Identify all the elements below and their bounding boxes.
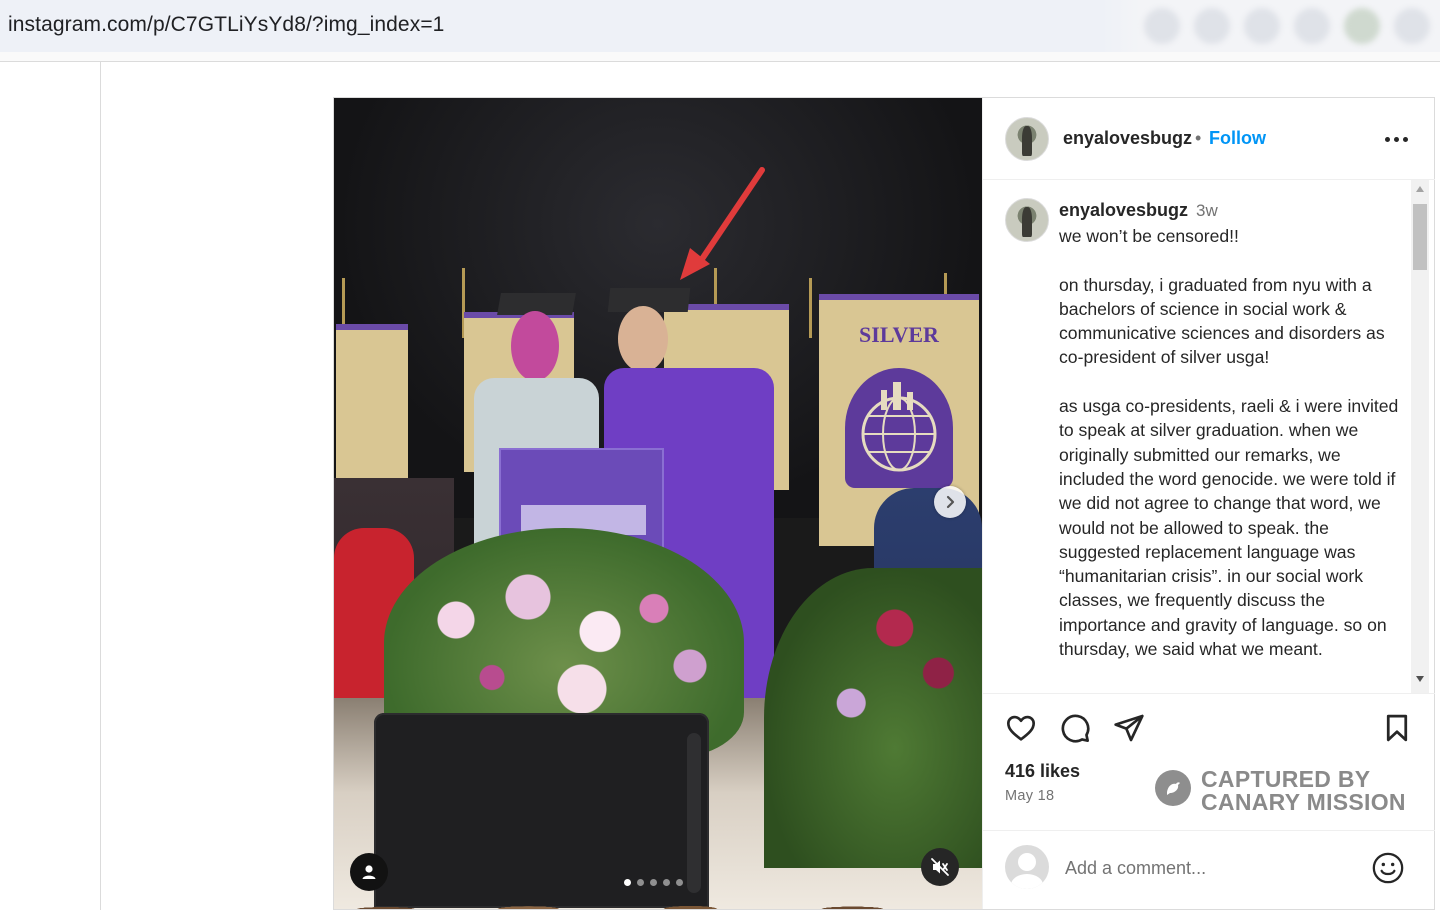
- browser-toolbar-icons: [1100, 0, 1440, 52]
- post-header: enyalovesbugz • Follow: [983, 98, 1435, 180]
- browser-address-bar[interactable]: instagram.com/p/C7GTLiYsYd8/?img_index=1: [0, 0, 1440, 52]
- share-button[interactable]: [1109, 708, 1149, 748]
- red-arrow-annotation: [680, 167, 765, 280]
- current-user-avatar: [1005, 845, 1049, 889]
- post-media[interactable]: SILVER: [334, 98, 982, 909]
- avatar[interactable]: [1005, 117, 1049, 161]
- scroll-up-arrow-icon[interactable]: [1416, 186, 1424, 192]
- avatar-figure: [1021, 126, 1033, 156]
- carousel-dot: [676, 879, 683, 886]
- mute-audio-button[interactable]: [921, 848, 959, 886]
- avatar[interactable]: [1005, 198, 1049, 242]
- likes-count[interactable]: 416 likes: [1005, 761, 1080, 782]
- browser-divider: [0, 52, 1440, 62]
- avatar-body: [1011, 874, 1043, 889]
- carousel-dot: [624, 879, 631, 886]
- more-horizontal-icon: [1384, 136, 1390, 142]
- blurred-icon: [1244, 8, 1280, 44]
- tagged-users-button[interactable]: [350, 853, 388, 891]
- comment-icon: [1061, 714, 1090, 743]
- separator-dot: •: [1195, 128, 1202, 148]
- avatar-figure: [1021, 207, 1033, 237]
- scroll-down-arrow-icon[interactable]: [1416, 676, 1424, 682]
- save-button[interactable]: [1377, 708, 1417, 748]
- comment-bar: [983, 830, 1435, 909]
- scrollbar-thumb[interactable]: [1413, 204, 1427, 270]
- more-dot: [1393, 136, 1399, 142]
- bookmark-icon: [1386, 714, 1408, 742]
- canary-logo-icon: [1167, 782, 1180, 795]
- caption-scroll-area[interactable]: enyalovesbugz 3w we won’t be censored!! …: [983, 180, 1435, 694]
- post-side-panel: enyalovesbugz • Follow enyalovesbugz 3w …: [982, 98, 1435, 909]
- post-container: SILVER enyalovesbugz • Follow enyalovesb…: [333, 97, 1435, 910]
- scrollbar[interactable]: [1411, 180, 1429, 693]
- more-dot: [1402, 136, 1408, 142]
- carousel-dot: [650, 879, 657, 886]
- blurred-icon: [1194, 8, 1230, 44]
- blurred-icon: [1344, 8, 1380, 44]
- carousel-indicators: [624, 879, 683, 886]
- avatar-head: [1018, 853, 1036, 871]
- caption-text: we won’t be censored!! on thursday, i gr…: [1059, 226, 1399, 660]
- blurred-icon: [1144, 8, 1180, 44]
- caption-username[interactable]: enyalovesbugz: [1059, 200, 1188, 221]
- user-icon: [362, 865, 376, 879]
- smiley-icon: [1372, 852, 1404, 884]
- heart-icon: [1007, 715, 1035, 741]
- blurred-icon: [1294, 8, 1330, 44]
- header-username[interactable]: enyalovesbugz: [1063, 128, 1192, 149]
- send-icon: [1114, 714, 1144, 742]
- chevron-right-icon: [946, 495, 955, 509]
- watermark-line-1: CAPTURED BY: [1201, 766, 1371, 792]
- photo-scene: SILVER: [334, 98, 982, 909]
- comment-button[interactable]: [1055, 708, 1095, 748]
- bird-icon: [1155, 770, 1191, 806]
- left-nav-divider: [100, 62, 101, 910]
- post-date[interactable]: May 18: [1005, 788, 1054, 804]
- more-options-button[interactable]: [1381, 134, 1411, 144]
- comment-input[interactable]: [1065, 853, 1345, 883]
- emoji-button[interactable]: [1371, 851, 1405, 885]
- carousel-dot: [637, 879, 644, 886]
- like-button[interactable]: [1001, 708, 1041, 748]
- carousel-next-button[interactable]: [934, 486, 966, 518]
- caption-timestamp[interactable]: 3w: [1196, 201, 1218, 221]
- watermark-line-2: CANARY MISSION: [1201, 789, 1406, 815]
- speaker-muted-icon: [931, 858, 949, 876]
- post-actions: [983, 708, 1435, 758]
- blurred-icon: [1394, 8, 1430, 44]
- url-text[interactable]: instagram.com/p/C7GTLiYsYd8/?img_index=1: [8, 13, 444, 37]
- carousel-dot: [663, 879, 670, 886]
- follow-button[interactable]: Follow: [1209, 128, 1266, 149]
- capture-watermark: CAPTURED BY CANARY MISSION: [1155, 766, 1415, 816]
